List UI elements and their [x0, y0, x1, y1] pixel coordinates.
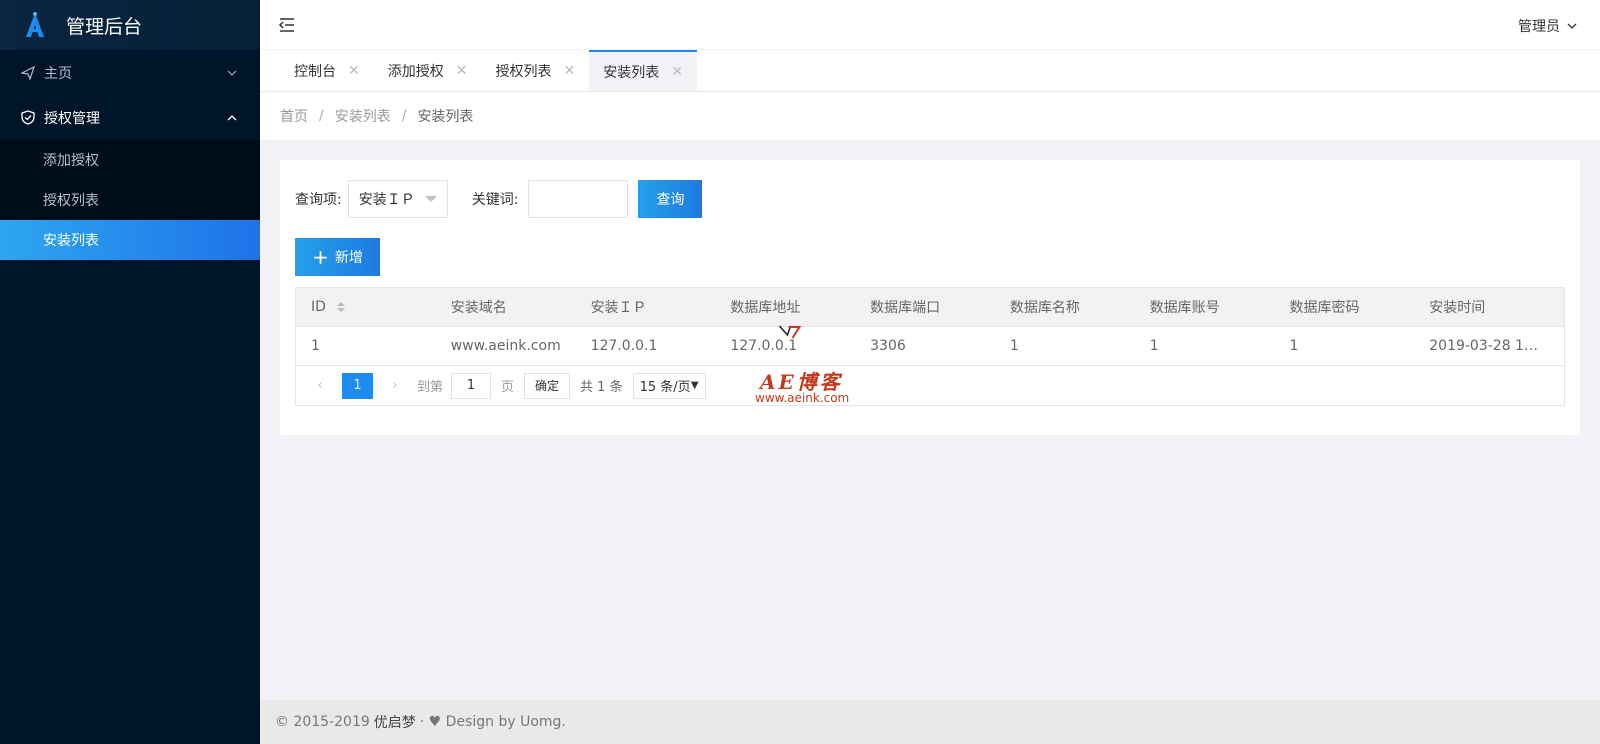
chevron-down-icon	[1567, 23, 1577, 29]
footer-design: · ♥ Design by Uomg.	[419, 714, 566, 730]
table-cell: 2019-03-28 11:...	[1429, 338, 1551, 354]
column-header-id[interactable]: ID	[296, 299, 436, 315]
column-header: 安装ＩＰ	[590, 300, 647, 316]
sidebar-item-auth-list[interactable]: 授权列表	[0, 180, 260, 220]
tab-label: 安装列表	[603, 64, 660, 81]
user-menu[interactable]: 管理员	[1518, 16, 1578, 36]
top-header: 管理员	[260, 0, 1600, 50]
a-logo-icon	[26, 12, 44, 37]
tab-bar: 控制台 ✕ 添加授权 ✕ 授权列表 ✕ 安装列表 ✕	[260, 50, 1600, 92]
sidebar-item-label: 授权管理	[44, 110, 100, 127]
tab-dashboard[interactable]: 控制台 ✕	[280, 50, 374, 91]
content-card: 查询项: 安装ＩＰ 关键词: 查询 + 新增 ID 安装域名 安装ＩＰ 数据库地…	[280, 160, 1580, 435]
breadcrumb: 首页 / 安装列表 / 安装列表	[260, 92, 1600, 140]
goto-page-input[interactable]: 1	[451, 372, 492, 399]
shield-check-icon	[20, 110, 36, 126]
sidebar-item-auth-management[interactable]: 授权管理	[0, 95, 260, 140]
column-label: ID	[311, 299, 326, 315]
tab-label: 控制台	[294, 63, 336, 80]
column-header: 安装域名	[450, 300, 507, 316]
app-title: 管理后台	[66, 15, 143, 38]
watermark-logo-icon	[778, 325, 802, 339]
sort-icon[interactable]	[336, 301, 346, 313]
table-cell: www.aeink.com	[450, 338, 561, 354]
query-button[interactable]: 查询	[638, 180, 703, 218]
keyword-input[interactable]	[528, 180, 629, 218]
breadcrumb-current: 安装列表	[417, 109, 474, 125]
column-header: 数据库名称	[1009, 300, 1080, 316]
page-button-current[interactable]: 1	[342, 372, 373, 399]
page-size-select[interactable]: 15 条/页 ▼	[632, 372, 706, 399]
pagination: ‹ 1 › 到第 1 页 确定 共 1 条 15 条/页 ▼	[296, 366, 1564, 405]
tab-auth-list[interactable]: 授权列表 ✕	[481, 50, 589, 91]
breadcrumb-home[interactable]: 首页	[280, 106, 308, 126]
search-form: 查询项: 安装ＩＰ 关键词: 查询	[295, 180, 703, 218]
footer-copyright: © 2015-2019	[275, 714, 370, 730]
close-icon[interactable]: ✕	[671, 64, 683, 80]
table-row[interactable]: 1 www.aeink.com 127.0.0.1 127.0.0.1 3306…	[296, 327, 1564, 366]
close-icon[interactable]: ✕	[348, 63, 360, 79]
brand: 管理后台	[0, 0, 260, 50]
column-header: 数据库密码	[1289, 300, 1360, 316]
table-header: ID 安装域名 安装ＩＰ 数据库地址 数据库端口 数据库名称 数据库账号 数据库…	[296, 288, 1564, 327]
column-header: 安装时间	[1429, 300, 1486, 316]
install-table: ID 安装域名 安装ＩＰ 数据库地址 数据库端口 数据库名称 数据库账号 数据库…	[295, 287, 1565, 406]
chevron-up-icon	[227, 114, 237, 120]
sidebar-item-label: 主页	[44, 65, 72, 82]
page-size-value: 15 条/页	[639, 380, 691, 395]
table-cell: 1	[1149, 338, 1159, 354]
plus-icon: +	[312, 245, 329, 269]
caret-down-icon: ▼	[690, 380, 699, 391]
menu-fold-icon[interactable]	[278, 16, 296, 34]
tab-install-list[interactable]: 安装列表 ✕	[589, 50, 697, 91]
prev-page-icon[interactable]: ‹	[308, 378, 332, 393]
breadcrumb-section[interactable]: 安装列表	[335, 106, 391, 126]
sidebar-item-install-list[interactable]: 安装列表	[0, 220, 260, 260]
tab-label: 添加授权	[387, 63, 444, 80]
page-label: 页	[501, 380, 515, 395]
query-field-select[interactable]: 安装ＩＰ	[347, 180, 448, 218]
watermark-url: www.aeink.com	[755, 391, 850, 405]
caret-down-icon	[424, 196, 437, 202]
table-cell: 3306	[870, 338, 906, 354]
column-header: 数据库账号	[1149, 300, 1220, 316]
goto-confirm-button[interactable]: 确定	[524, 372, 571, 399]
sidebar-item-home[interactable]: 主页	[0, 50, 260, 95]
footer: © 2015-2019 优启梦 · ♥ Design by Uomg.	[260, 700, 1600, 744]
sidebar: 管理后台 主页 授权管理 添加授权 授权列表 安装列表	[0, 0, 260, 744]
tab-add-auth[interactable]: 添加授权 ✕	[374, 50, 482, 91]
total-count: 共 1 条	[580, 380, 623, 395]
goto-label: 到第	[417, 380, 444, 395]
table-cell: 127.0.0.1	[590, 338, 658, 354]
add-button[interactable]: + 新增	[295, 238, 380, 276]
submenu-auth: 添加授权 授权列表 安装列表	[0, 140, 260, 260]
footer-company[interactable]: 优启梦	[374, 712, 416, 732]
sidebar-item-add-auth[interactable]: 添加授权	[0, 140, 260, 180]
send-icon	[20, 65, 36, 81]
query-field-value: 安装ＩＰ	[358, 192, 415, 208]
add-button-label: 新增	[334, 250, 363, 266]
query-field-label: 查询项:	[295, 192, 342, 208]
breadcrumb-separator: /	[319, 108, 324, 124]
table-cell: 1	[1289, 338, 1299, 354]
tab-label: 授权列表	[495, 63, 552, 80]
user-name: 管理员	[1518, 19, 1560, 35]
keyword-label: 关键词:	[471, 192, 519, 208]
table-cell: 1	[311, 338, 320, 354]
close-icon[interactable]: ✕	[456, 63, 468, 79]
table-cell: 1	[1009, 338, 1019, 354]
chevron-down-icon	[227, 70, 237, 76]
column-header: 数据库地址	[730, 300, 801, 316]
column-header: 数据库端口	[870, 300, 941, 316]
breadcrumb-separator: /	[401, 108, 407, 124]
close-icon[interactable]: ✕	[563, 63, 575, 79]
next-page-icon[interactable]: ›	[383, 378, 407, 393]
